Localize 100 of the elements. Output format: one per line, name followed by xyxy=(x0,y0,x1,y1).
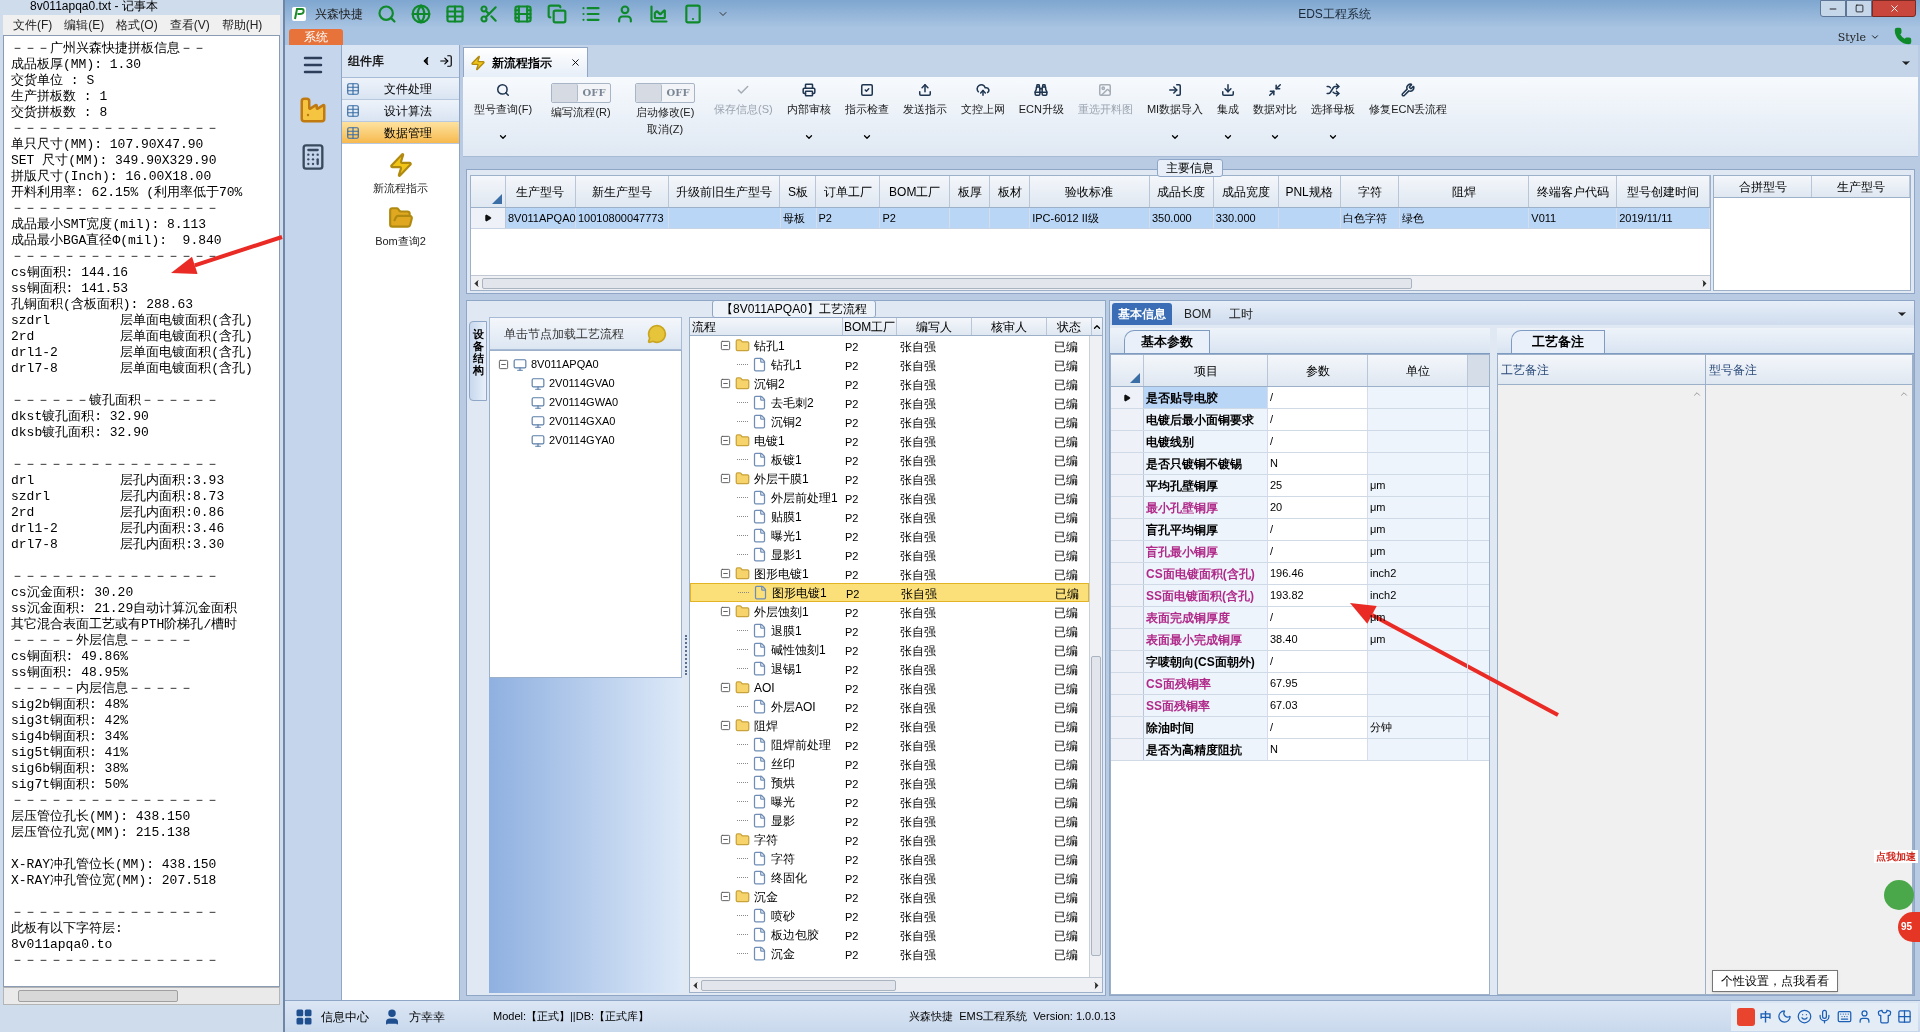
column-header[interactable]: 编写人 xyxy=(897,318,973,335)
process-row[interactable]: 板镀1 P2 张自强 已编 xyxy=(690,450,1089,469)
input-method-icon[interactable] xyxy=(1737,1007,1755,1026)
login-icon[interactable] xyxy=(1168,83,1183,97)
keyboard-icon[interactable] xyxy=(1837,1009,1852,1024)
binoculars-icon[interactable] xyxy=(1034,83,1049,97)
column-header[interactable]: 型号创建时间 xyxy=(1617,176,1710,207)
style-menu[interactable]: Style xyxy=(1837,30,1866,45)
process-row[interactable]: AOI P2 张自强 已编 xyxy=(690,678,1089,697)
vertical-scrollbar[interactable] xyxy=(1089,336,1102,977)
column-header[interactable]: 板厚 xyxy=(950,176,991,207)
process-row[interactable]: 丝印 P2 张自强 已编 xyxy=(690,754,1089,773)
process-row[interactable]: 退锡1 P2 张自强 已编 xyxy=(690,659,1089,678)
table-cell[interactable]: / xyxy=(1268,431,1368,452)
table-cell[interactable]: / xyxy=(1268,409,1368,430)
grid-icon[interactable] xyxy=(1897,1009,1912,1024)
boost-label[interactable]: 点我加速 xyxy=(1874,850,1918,863)
tree-item[interactable]: 2V0114GVA0 xyxy=(549,375,615,392)
ribbon-button[interactable]: 选择母板 xyxy=(1306,83,1361,118)
table-cell[interactable]: 盲孔最小铜厚 xyxy=(1144,541,1268,562)
table-cell[interactable]: 字唛朝向(CS面朝外) xyxy=(1144,651,1268,672)
list-icon[interactable] xyxy=(346,125,360,140)
table-cell[interactable]: 38.40 xyxy=(1268,629,1368,650)
horizontal-scrollbar[interactable] xyxy=(690,977,1102,992)
process-row[interactable]: 曝光1 P2 张自强 已编 xyxy=(690,526,1089,545)
process-row[interactable]: 外层蚀刻1 P2 张自强 已编 xyxy=(690,602,1089,621)
process-row[interactable]: 贴膜1 P2 张自强 已编 xyxy=(690,507,1089,526)
ribbon-button[interactable]: 数据对比 xyxy=(1248,83,1303,118)
maximize-icon[interactable] xyxy=(1854,4,1864,13)
column-header[interactable]: 工艺备注 xyxy=(1498,355,1705,385)
process-row[interactable]: 字符 P2 张自强 已编 xyxy=(690,830,1089,849)
user-icon[interactable] xyxy=(383,1007,401,1026)
column-header[interactable]: S板 xyxy=(780,176,817,207)
column-header[interactable]: 字符 xyxy=(1340,176,1400,207)
table-cell[interactable]: N xyxy=(1268,453,1368,474)
ribbon-button[interactable]: 发送指示 xyxy=(897,83,952,118)
menu-item[interactable]: 编辑(E) xyxy=(64,16,105,34)
column-header[interactable]: 终端客户代码 xyxy=(1529,176,1618,207)
close-icon[interactable] xyxy=(570,57,581,68)
table-cell[interactable]: / xyxy=(1268,651,1368,672)
ribbon-button[interactable]: 型号查询(F) xyxy=(469,83,538,118)
table-cell[interactable]: / xyxy=(1268,541,1368,562)
side-tab[interactable]: 设备结构 xyxy=(469,321,487,401)
column-header[interactable]: PNL规格 xyxy=(1278,176,1341,207)
table-cell[interactable]: 67.03 xyxy=(1268,695,1368,716)
collapse-arrows-icon[interactable] xyxy=(1268,83,1283,97)
tree-item[interactable]: 2V0114GXA0 xyxy=(549,413,616,430)
microphone-icon[interactable] xyxy=(1817,1009,1832,1024)
folder-icon[interactable] xyxy=(387,204,414,231)
minimize-button[interactable] xyxy=(1820,0,1846,17)
ribbon-button[interactable]: 修复ECN丢流程 xyxy=(1364,83,1453,118)
table-cell[interactable]: 是否贴导电胶 xyxy=(1144,387,1268,408)
table-cell[interactable]: / xyxy=(1268,519,1368,540)
tree-item[interactable]: 8V011APQA0 xyxy=(531,356,599,373)
column-header[interactable]: 板材 xyxy=(990,176,1031,207)
column-header[interactable]: 生产型号 xyxy=(1812,176,1910,197)
column-header[interactable]: BOM工厂 xyxy=(842,318,898,335)
process-row[interactable]: 退膜1 P2 张自强 已编 xyxy=(690,621,1089,640)
process-row[interactable]: 外层前处理1 P2 张自强 已编 xyxy=(690,488,1089,507)
download-icon[interactable] xyxy=(1221,83,1236,97)
ribbon-button[interactable]: 集成 xyxy=(1212,83,1245,118)
maximize-button[interactable] xyxy=(1846,0,1872,17)
pin-icon[interactable] xyxy=(439,54,453,68)
ribbon-button[interactable]: 文控上网 xyxy=(955,83,1010,118)
lightning-icon[interactable] xyxy=(387,152,414,178)
table-cell[interactable]: CS面电镀面积(含孔) xyxy=(1144,563,1268,584)
smile-icon[interactable] xyxy=(1797,1009,1812,1024)
table-cell[interactable]: SS面残铜率 xyxy=(1144,695,1268,716)
table-cell[interactable]: 电镀后最小面铜要求 xyxy=(1144,409,1268,430)
ribbon-button[interactable]: ECN升级 xyxy=(1013,83,1069,118)
process-row[interactable]: 终固化 P2 张自强 已编 xyxy=(690,868,1089,887)
column-header[interactable]: 参数 xyxy=(1268,355,1368,386)
column-header[interactable]: 成品长度 xyxy=(1149,176,1214,207)
wrench-icon[interactable] xyxy=(1401,83,1416,97)
process-row[interactable]: 显影 P2 张自强 已编 xyxy=(690,811,1089,830)
table-cell[interactable]: N xyxy=(1268,739,1368,760)
process-row[interactable]: 曝光 P2 张自强 已编 xyxy=(690,792,1089,811)
document-tab[interactable]: 新流程指示 xyxy=(463,47,588,77)
horizontal-scrollbar[interactable] xyxy=(471,275,1710,290)
process-row[interactable]: 碱性蚀刻1 P2 张自强 已编 xyxy=(690,640,1089,659)
process-row[interactable]: 去毛刺2 P2 张自强 已编 xyxy=(690,393,1089,412)
process-row[interactable]: 沉金 P2 张自强 已编 xyxy=(690,887,1089,906)
tree-item[interactable]: 2V0114GYA0 xyxy=(549,432,615,449)
table-cell[interactable]: CS面残铜率 xyxy=(1144,673,1268,694)
table-cell[interactable]: 最小孔壁铜厚 xyxy=(1144,497,1268,518)
input-mode[interactable]: 中 xyxy=(1760,1007,1772,1026)
process-row[interactable]: 电镀1 P2 张自强 已编 xyxy=(690,431,1089,450)
process-row[interactable]: 阻焊 P2 张自强 已编 xyxy=(690,716,1089,735)
moon-icon[interactable] xyxy=(1777,1009,1792,1024)
column-header[interactable]: 核审人 xyxy=(972,318,1048,335)
panel-tab[interactable]: 工艺备注 xyxy=(1511,330,1605,353)
upload-icon[interactable] xyxy=(917,83,932,97)
menu-item[interactable]: 格式(O) xyxy=(116,16,158,34)
table-cell[interactable]: / xyxy=(1268,607,1368,628)
category-item[interactable]: 数据管理 xyxy=(342,122,459,144)
menu-item[interactable]: 查看(V) xyxy=(169,16,210,34)
shuffle-icon[interactable] xyxy=(1326,83,1341,97)
user-icon[interactable] xyxy=(1857,1009,1872,1024)
process-row[interactable]: 图形电镀1 P2 张自强 已编 xyxy=(690,583,1089,602)
table-cell[interactable]: 表面完成铜厚度 xyxy=(1144,607,1268,628)
